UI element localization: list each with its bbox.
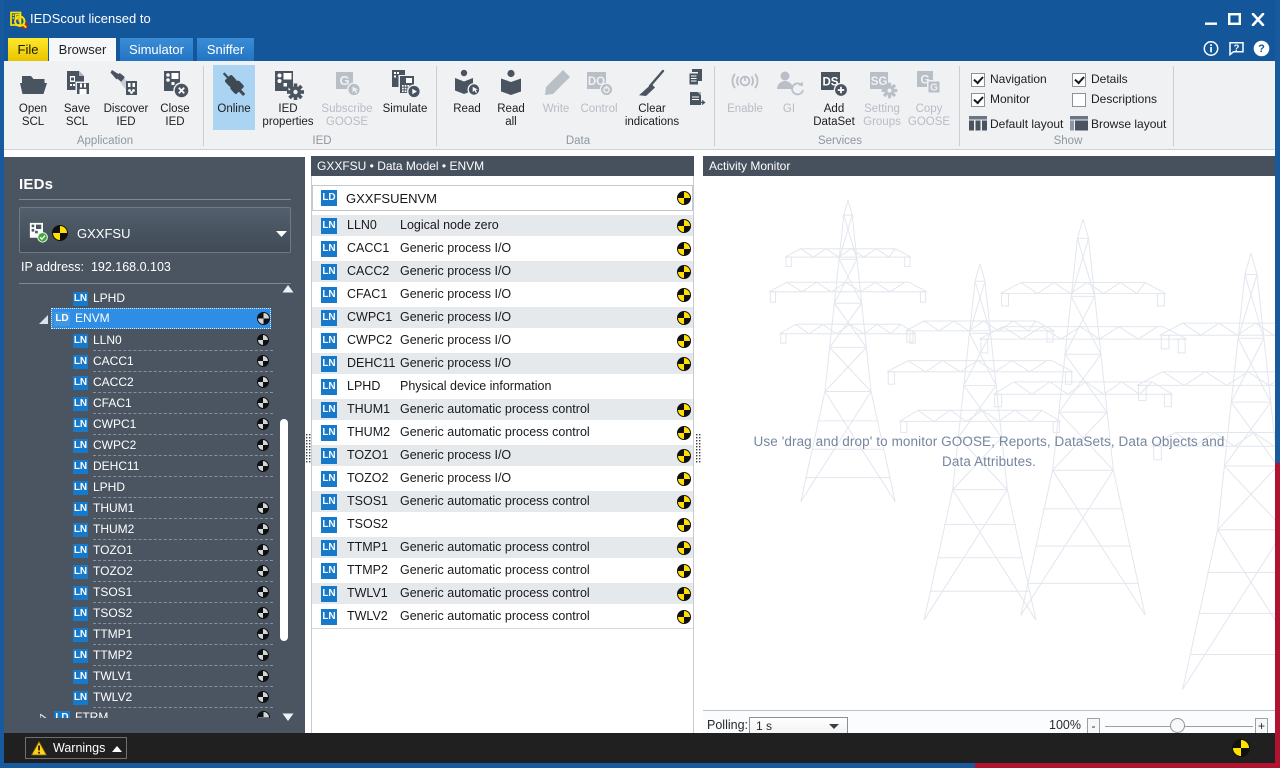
- svg-text:G: G: [339, 73, 349, 88]
- svg-text:?: ?: [1258, 43, 1265, 55]
- svg-text:?: ?: [1234, 43, 1240, 54]
- svg-text:G: G: [930, 83, 938, 94]
